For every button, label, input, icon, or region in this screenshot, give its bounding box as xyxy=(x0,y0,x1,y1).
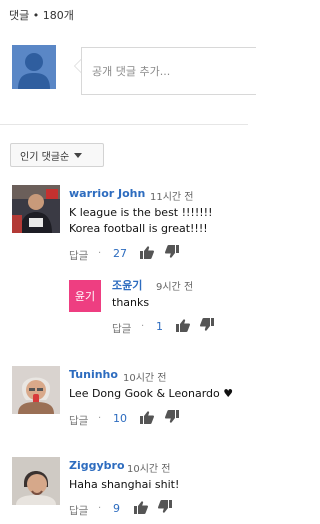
reply-button[interactable]: 답글 xyxy=(112,321,131,336)
comment-text-line: Haha shanghai shit! xyxy=(69,478,180,491)
avatar-warrior-john[interactable] xyxy=(12,185,60,233)
like-count: 27 xyxy=(113,247,127,260)
divider xyxy=(0,124,248,125)
like-count: 10 xyxy=(113,412,127,425)
reply-button[interactable]: 답글 xyxy=(69,413,88,428)
thumbs-down-icon[interactable] xyxy=(165,245,179,258)
profile-photo-icon xyxy=(12,457,60,505)
sort-dropdown[interactable]: 인기 댓글순 xyxy=(10,143,104,167)
badge-label: 윤기 xyxy=(74,290,96,303)
comment-author[interactable]: Ziggybro xyxy=(69,459,125,472)
thumbs-down-icon[interactable] xyxy=(200,318,214,331)
comment-time[interactable]: 10시간 전 xyxy=(127,460,171,475)
separator-dot: · xyxy=(141,321,145,332)
comment-text-line: Korea football is great!!!! xyxy=(69,222,208,235)
thumbs-up-icon[interactable] xyxy=(134,501,148,514)
comment-author[interactable]: 조윤기 xyxy=(112,277,142,293)
profile-photo-icon xyxy=(12,366,60,414)
comment-input[interactable] xyxy=(82,48,256,94)
thumbs-down-icon[interactable] xyxy=(158,500,172,513)
reply-button[interactable]: 답글 xyxy=(69,503,88,518)
avatar-ziggybro[interactable] xyxy=(12,457,60,505)
thumbs-down-icon[interactable] xyxy=(165,410,179,423)
comment-text-line: Lee Dong Gook & Leonardo ♥ xyxy=(69,387,234,400)
comment-text-line: K league is the best !!!!!!! xyxy=(69,206,213,219)
avatar-badge[interactable]: 윤기 xyxy=(69,280,101,312)
avatar-tuninho[interactable] xyxy=(12,366,60,414)
separator-dot: · xyxy=(98,503,102,514)
comment-count: 댓글 • 180개 xyxy=(9,9,74,22)
like-count: 9 xyxy=(113,502,120,515)
reply-button[interactable]: 답글 xyxy=(69,248,88,263)
thumbs-up-icon[interactable] xyxy=(176,319,190,332)
caret-down-icon xyxy=(74,152,83,158)
user-silhouette-icon xyxy=(12,45,56,89)
comment-time[interactable]: 11시간 전 xyxy=(150,188,194,203)
my-avatar xyxy=(12,45,56,89)
separator-dot: · xyxy=(98,413,102,424)
comment-composer[interactable] xyxy=(81,47,256,95)
thumbs-up-icon[interactable] xyxy=(140,411,154,424)
comment-time[interactable]: 9시간 전 xyxy=(156,278,193,293)
sort-label: 인기 댓글순 xyxy=(20,151,70,163)
comment-text-line: thanks xyxy=(112,296,150,309)
profile-photo-icon xyxy=(12,185,60,233)
like-count: 1 xyxy=(156,320,163,333)
comment-author[interactable]: Tuninho xyxy=(69,368,118,381)
separator-dot: · xyxy=(98,248,102,259)
comment-author[interactable]: warrior John xyxy=(69,187,145,200)
thumbs-up-icon[interactable] xyxy=(140,246,154,259)
comment-time[interactable]: 10시간 전 xyxy=(123,369,167,384)
